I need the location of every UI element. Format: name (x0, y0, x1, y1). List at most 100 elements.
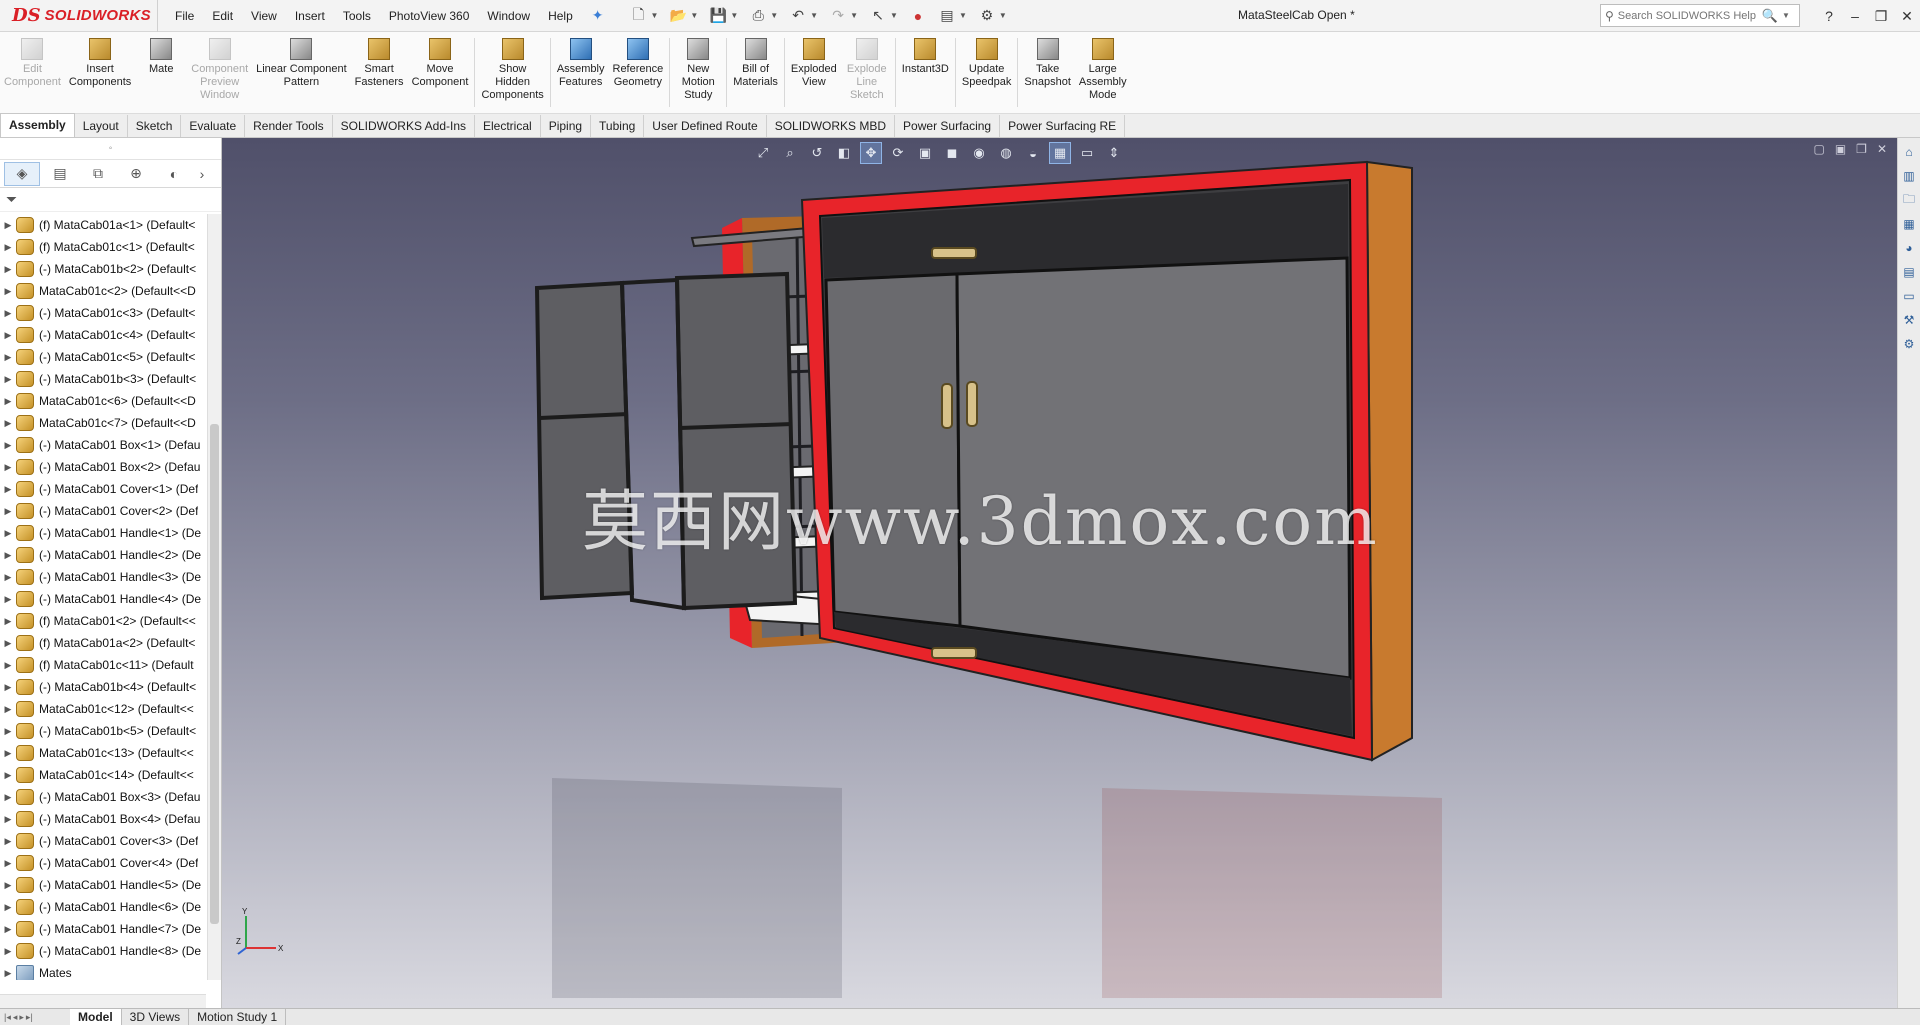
expand-arrow-icon[interactable]: ▶ (0, 836, 16, 847)
tree-item[interactable]: ▶ (-) MataCab01c<5> (Default< (0, 346, 206, 368)
tree-item[interactable]: ▶ MataCab01c<13> (Default<< (0, 742, 206, 764)
view-orientation-icon[interactable]: ▣ (914, 142, 936, 164)
tab-electrical[interactable]: Electrical (475, 115, 541, 137)
zoom-area-icon[interactable]: ⌕ (779, 142, 801, 164)
assembly-features-button[interactable]: Assembly Features (553, 32, 609, 113)
feature-tree-tab-icon[interactable]: ◈ (4, 161, 40, 186)
expand-arrow-icon[interactable]: ▶ (0, 242, 16, 253)
viewport-restore-icon[interactable]: ❐ (1856, 142, 1867, 156)
exploded-view-button[interactable]: Exploded View (787, 32, 841, 113)
tree-horizontal-scrollbar[interactable] (0, 994, 206, 1008)
tree-item[interactable]: ▶ (f) MataCab01c<1> (Default< (0, 236, 206, 258)
zoom-to-fit-icon[interactable]: ⤢ (752, 142, 774, 164)
menu-edit[interactable]: Edit (203, 0, 242, 32)
tree-item[interactable]: ▶ (f) MataCab01a<1> (Default< (0, 214, 206, 236)
tree-item[interactable]: ▶ (-) MataCab01 Cover<3> (Def (0, 830, 206, 852)
tree-item[interactable]: ▶ (-) MataCab01 Handle<1> (De (0, 522, 206, 544)
expand-arrow-icon[interactable]: ▶ (0, 638, 16, 649)
expand-arrow-icon[interactable]: ▶ (0, 286, 16, 297)
viewport-split-icon[interactable]: ▣ (1835, 142, 1846, 156)
expand-arrow-icon[interactable]: ▶ (0, 594, 16, 605)
tree-item[interactable]: ▶ (-) MataCab01 Handle<5> (De (0, 874, 206, 896)
tree-item[interactable]: ▶ MataCab01c<2> (Default<<D (0, 280, 206, 302)
expand-arrow-icon[interactable]: ▶ (0, 748, 16, 759)
edit-appearance-icon[interactable]: ◍ (995, 142, 1017, 164)
menu-tools[interactable]: Tools (334, 0, 380, 32)
expand-arrow-icon[interactable]: ▶ (0, 418, 16, 429)
expand-arrow-icon[interactable]: ▶ (0, 616, 16, 627)
display-manager-tab-icon[interactable]: ◐ (156, 162, 192, 186)
panel-grip-icon[interactable]: ◦ (0, 138, 221, 160)
tree-item-mates[interactable]: ▶ Mates (0, 962, 206, 980)
update-speedpak-button[interactable]: Update Speedpak (958, 32, 1016, 113)
tree-item[interactable]: ▶ (f) MataCab01c<11> (Default (0, 654, 206, 676)
expand-arrow-icon[interactable]: ▶ (0, 572, 16, 583)
expand-arrow-icon[interactable]: ▶ (0, 308, 16, 319)
undo-icon[interactable]: ↶ (785, 4, 811, 28)
expand-arrow-icon[interactable]: ▶ (0, 858, 16, 869)
tab-power-surfacing[interactable]: Power Surfacing (895, 115, 1001, 137)
close-icon[interactable]: ✕ (1894, 8, 1920, 25)
home-icon[interactable]: ⌂ (1899, 142, 1919, 162)
expand-arrow-icon[interactable]: ▶ (0, 484, 16, 495)
previous-view-icon[interactable]: ↺ (806, 142, 828, 164)
open-folder-icon[interactable]: 📂 (665, 4, 691, 28)
chevron-down-icon[interactable]: ▼ (890, 11, 898, 20)
expand-arrow-icon[interactable]: ▶ (0, 660, 16, 671)
expand-arrow-icon[interactable]: ▶ (0, 462, 16, 473)
expand-arrow-icon[interactable]: ▶ (0, 374, 16, 385)
chevron-down-icon[interactable]: ▼ (1782, 11, 1790, 20)
chevron-down-icon[interactable]: ▼ (730, 11, 738, 20)
bill-of-materials-button[interactable]: Bill of Materials (729, 32, 782, 113)
tree-item[interactable]: ▶ (-) MataCab01 Handle<4> (De (0, 588, 206, 610)
minimize-icon[interactable]: – (1842, 8, 1868, 24)
expand-arrow-icon[interactable]: ▶ (0, 704, 16, 715)
expand-arrow-icon[interactable]: ▶ (0, 726, 16, 737)
menu-window[interactable]: Window (478, 0, 539, 32)
restore-icon[interactable]: ❐ (1868, 8, 1894, 25)
tree-item[interactable]: ▶ (-) MataCab01 Handle<3> (De (0, 566, 206, 588)
tab-3d-views[interactable]: 3D Views (122, 1009, 190, 1025)
filter-icon[interactable]: ⏷ (0, 188, 221, 212)
tab-model[interactable]: Model (70, 1009, 122, 1025)
show-hidden-components-button[interactable]: Show Hidden Components (477, 32, 547, 113)
expand-arrow-icon[interactable]: ▶ (0, 880, 16, 891)
tab-assembly[interactable]: Assembly (0, 113, 75, 137)
select-icon[interactable]: ↖ (865, 4, 891, 28)
menu-view[interactable]: View (242, 0, 286, 32)
search-input[interactable] (1617, 9, 1758, 22)
tree-item[interactable]: ▶ MataCab01c<6> (Default<<D (0, 390, 206, 412)
tree-item[interactable]: ▶ (f) MataCab01a<2> (Default< (0, 632, 206, 654)
scroll-arrows-icon[interactable]: ⇕ (1103, 142, 1125, 164)
expand-arrow-icon[interactable]: ▶ (0, 814, 16, 825)
mate-button[interactable]: Mate (135, 32, 187, 113)
tab-mbd[interactable]: SOLIDWORKS MBD (767, 115, 896, 137)
tree-item[interactable]: ▶ (-) MataCab01 Cover<1> (Def (0, 478, 206, 500)
tab-render-tools[interactable]: Render Tools (245, 115, 333, 137)
tab-power-surfacing-re[interactable]: Power Surfacing RE (1000, 115, 1126, 137)
forum-icon[interactable]: ▭ (1899, 286, 1919, 306)
tab-layout[interactable]: Layout (75, 115, 128, 137)
tree-item[interactable]: ▶ (-) MataCab01 Box<4> (Defau (0, 808, 206, 830)
pan-icon[interactable]: ✥ (860, 142, 882, 164)
tree-item[interactable]: ▶ (-) MataCab01b<3> (Default< (0, 368, 206, 390)
section-view-icon[interactable]: ◧ (833, 142, 855, 164)
expand-arrow-icon[interactable]: ▶ (0, 528, 16, 539)
viewport-close-icon[interactable]: ✕ (1877, 142, 1887, 156)
component-preview-window-button[interactable]: Component Preview Window (187, 32, 252, 113)
menu-file[interactable]: File (166, 0, 203, 32)
tree-item[interactable]: ▶ (-) MataCab01c<3> (Default< (0, 302, 206, 324)
scrollbar-thumb[interactable] (210, 424, 219, 924)
custom-properties-icon[interactable]: ▤ (1899, 262, 1919, 282)
expand-arrow-icon[interactable]: ▶ (0, 946, 16, 957)
chevron-down-icon[interactable]: ▼ (810, 11, 818, 20)
view-palette-icon[interactable]: ▦ (1899, 214, 1919, 234)
tree-item[interactable]: ▶ (-) MataCab01 Handle<6> (De (0, 896, 206, 918)
insert-components-button[interactable]: Insert Components (65, 32, 135, 113)
chevron-down-icon[interactable]: ▼ (650, 11, 658, 20)
tab-addins[interactable]: SOLIDWORKS Add-Ins (333, 115, 475, 137)
new-document-icon[interactable]: 🗋 (625, 4, 651, 28)
tree-item[interactable]: ▶ (-) MataCab01b<4> (Default< (0, 676, 206, 698)
tree-item[interactable]: ▶ (-) MataCab01 Cover<4> (Def (0, 852, 206, 874)
linear-component-pattern-button[interactable]: Linear Component Pattern (252, 32, 351, 113)
